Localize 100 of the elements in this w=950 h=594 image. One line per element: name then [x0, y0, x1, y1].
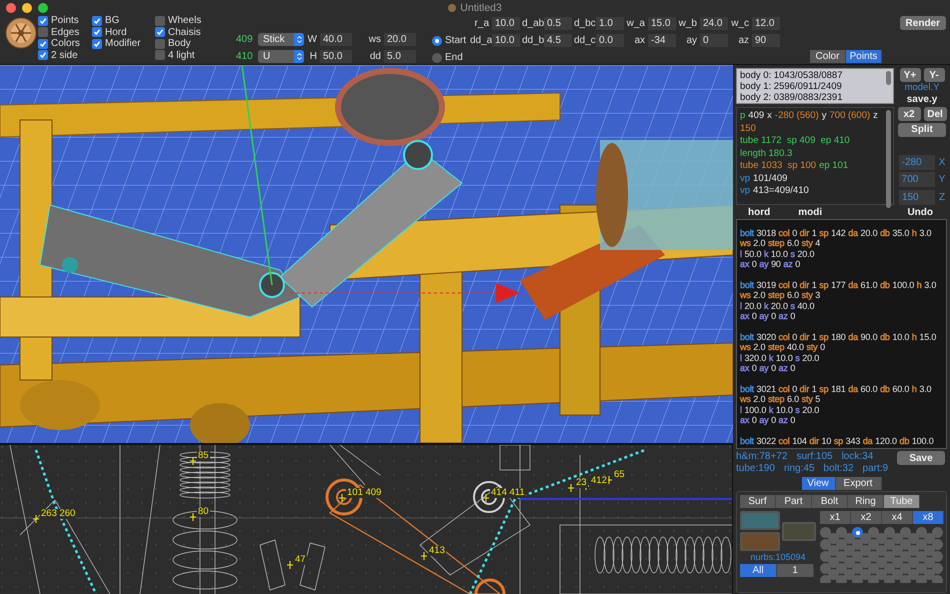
- zoom-tab[interactable]: x2: [851, 511, 882, 524]
- save-button[interactable]: Save: [897, 451, 945, 465]
- field-label: az: [737, 35, 750, 46]
- object-tab[interactable]: Ring: [848, 495, 884, 508]
- number-field[interactable]: 24.0: [700, 17, 728, 30]
- zoom-tab[interactable]: x4: [882, 511, 913, 524]
- scrollbar[interactable]: [886, 71, 891, 85]
- radio-button[interactable]: [432, 36, 442, 46]
- log-value: 10.0: [892, 332, 910, 342]
- number-field[interactable]: 90: [752, 34, 780, 47]
- checkbox-label: Wheels: [168, 15, 202, 26]
- thumbnail-placeholder[interactable]: [740, 511, 780, 530]
- coordinate-field[interactable]: 700: [898, 172, 935, 188]
- scope-tab[interactable]: 1: [777, 564, 814, 577]
- grid-dot[interactable]: [820, 539, 831, 550]
- log-key: col: [778, 384, 790, 394]
- checkbox[interactable]: [38, 27, 48, 38]
- grid-dot[interactable]: [900, 575, 911, 583]
- number-field[interactable]: 0: [700, 34, 728, 47]
- viewport-render-drawing[interactable]: [0, 65, 733, 443]
- number-field[interactable]: 10.0: [492, 17, 520, 30]
- grid-dot[interactable]: [884, 575, 895, 583]
- number-field[interactable]: 10.0: [492, 34, 520, 47]
- scrollbar[interactable]: [886, 110, 891, 208]
- checkbox[interactable]: [92, 27, 102, 38]
- close-button[interactable]: [6, 3, 16, 13]
- checkbox-label: Hord: [105, 26, 127, 38]
- model-link[interactable]: model.Y: [904, 83, 940, 93]
- log-key: dir: [809, 436, 819, 446]
- grid-dot[interactable]: [932, 575, 943, 583]
- grid-dot[interactable]: [820, 575, 831, 583]
- grid-dot[interactable]: [820, 551, 831, 562]
- field-label: ax: [633, 35, 646, 46]
- log-value: 2.0: [753, 238, 766, 249]
- number-field[interactable]: 15.0: [648, 17, 676, 30]
- log-value: 3: [815, 290, 820, 301]
- grid-dot[interactable]: [836, 575, 847, 583]
- minimize-button[interactable]: [22, 3, 32, 13]
- number-field[interactable]: 40.0: [320, 33, 352, 46]
- number-field[interactable]: 50.0: [320, 50, 352, 63]
- coordinate-field[interactable]: -280: [898, 154, 935, 170]
- mode-tab[interactable]: Points: [846, 50, 882, 63]
- checkbox[interactable]: [155, 38, 165, 49]
- scope-tab[interactable]: All: [740, 564, 777, 577]
- type-select[interactable]: Stick: [258, 33, 304, 46]
- split-button[interactable]: Split: [898, 123, 946, 137]
- number-field[interactable]: 12.0: [752, 17, 780, 30]
- checkbox[interactable]: [155, 27, 165, 38]
- object-tab[interactable]: Bolt: [812, 495, 848, 508]
- edit-button[interactable]: x2: [898, 107, 920, 121]
- view-tab[interactable]: View: [802, 477, 836, 490]
- checkbox[interactable]: [92, 38, 102, 49]
- zoom-tab[interactable]: x1: [820, 511, 851, 524]
- zoom-button[interactable]: [38, 3, 48, 13]
- axis-button[interactable]: Y-: [924, 68, 944, 82]
- grid-dot[interactable]: [852, 575, 863, 583]
- body-list[interactable]: body 0: 1043/0538/0887 body 1: 2596/0911/2409 body 2: 0389/0883/2391: [736, 68, 894, 104]
- coordinate-field[interactable]: 150: [898, 190, 935, 205]
- log-key: da: [848, 280, 858, 290]
- grid-dot[interactable]: [820, 527, 831, 538]
- info-text: length 180.3: [740, 148, 792, 160]
- list-item[interactable]: body 0: 1043/0538/0887: [740, 70, 881, 81]
- number-field[interactable]: 0.5: [544, 17, 572, 30]
- number-field[interactable]: 5.0: [384, 50, 416, 63]
- stat-text: h&m:78+72: [736, 451, 788, 463]
- wireframe-drawing[interactable]: [0, 445, 732, 594]
- mode-tab[interactable]: Color: [810, 50, 846, 63]
- axis-button[interactable]: Y+: [900, 68, 920, 82]
- object-tab[interactable]: Surf: [740, 495, 776, 508]
- number-field[interactable]: 0.0: [596, 34, 624, 47]
- thumbnail-placeholder[interactable]: [740, 532, 780, 551]
- grid-dot[interactable]: [916, 575, 927, 583]
- zoom-tab[interactable]: x8: [913, 511, 944, 524]
- checkbox[interactable]: [155, 50, 165, 60]
- grid-dot[interactable]: [820, 563, 831, 574]
- number-field[interactable]: -34: [648, 34, 676, 47]
- checkbox[interactable]: [92, 16, 102, 26]
- log-key: ay: [759, 311, 768, 322]
- log-key: az: [783, 259, 793, 270]
- radio-button[interactable]: [432, 52, 442, 62]
- object-tab[interactable]: Part: [776, 495, 812, 508]
- checkbox[interactable]: [38, 16, 48, 26]
- edit-button[interactable]: Del: [924, 107, 946, 121]
- checkbox[interactable]: [155, 16, 165, 26]
- grid-dot[interactable]: [868, 575, 879, 583]
- checkbox-label: 4 light: [168, 50, 195, 61]
- number-field[interactable]: 20.0: [384, 33, 416, 46]
- log-key: step: [768, 342, 784, 353]
- undo-button[interactable]: Undo: [907, 206, 933, 218]
- number-field[interactable]: 4.5: [544, 34, 572, 47]
- checkbox[interactable]: [38, 38, 48, 49]
- list-item[interactable]: body 2: 0389/0883/2391: [740, 92, 881, 103]
- type-select[interactable]: U: [258, 50, 304, 63]
- render-button[interactable]: Render: [900, 16, 946, 30]
- view-tab[interactable]: Export: [836, 477, 882, 490]
- list-item[interactable]: body 1: 2596/0911/2409: [740, 81, 881, 92]
- thumbnail-placeholder[interactable]: [782, 522, 816, 541]
- checkbox[interactable]: [38, 50, 48, 60]
- grid-dot[interactable]: [932, 527, 943, 538]
- number-field[interactable]: 1.0: [596, 17, 624, 30]
